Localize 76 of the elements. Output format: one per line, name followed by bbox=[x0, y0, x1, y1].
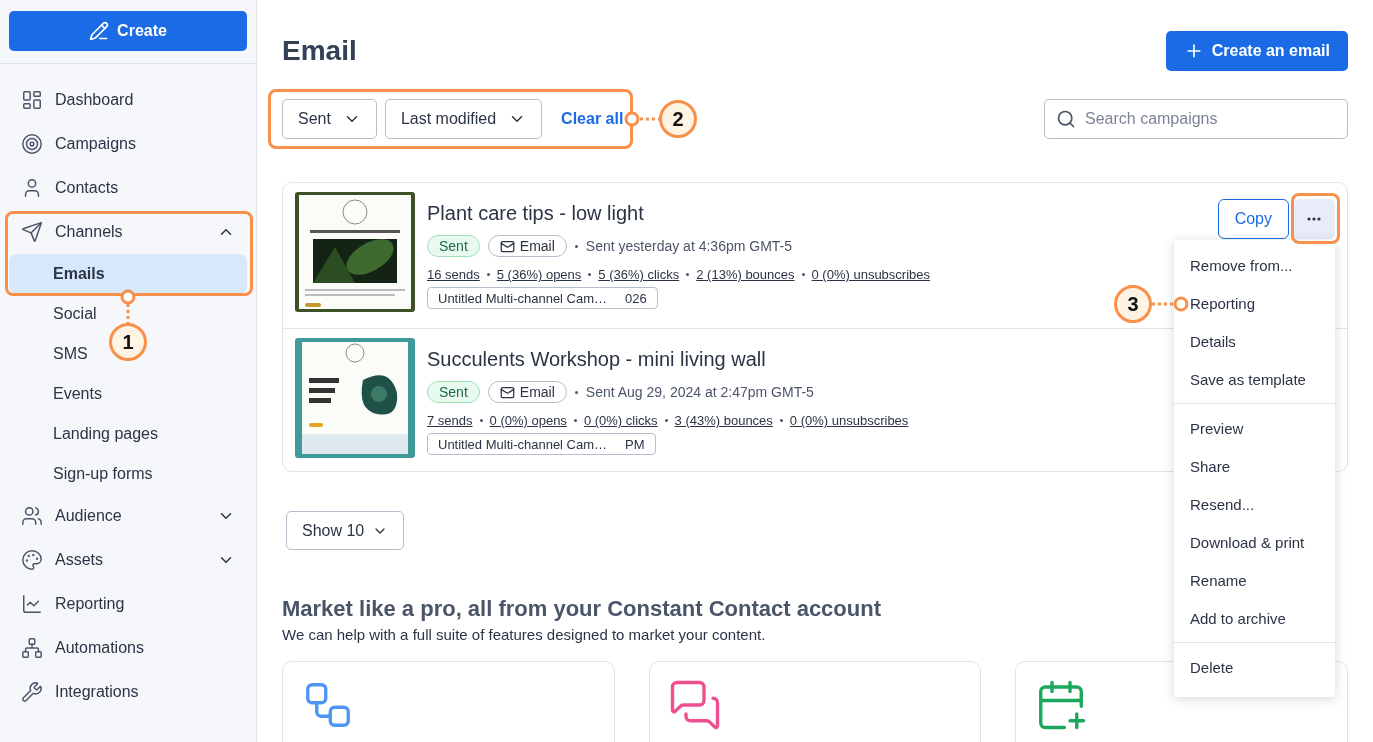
callout-badge: 3 bbox=[1114, 285, 1152, 323]
stat-link[interactable]: 0 (0%) clicks bbox=[583, 413, 658, 428]
leader-line bbox=[624, 111, 660, 127]
nav-subitem[interactable]: Landing pages bbox=[9, 414, 247, 454]
nav-icon bbox=[21, 681, 43, 703]
menu-item[interactable]: Download & print bbox=[1174, 523, 1335, 561]
stat-link[interactable]: 0 (0%) unsubscribes bbox=[811, 267, 931, 282]
nav-icon bbox=[21, 221, 43, 243]
nav-item[interactable]: Channels bbox=[9, 210, 247, 254]
leader-line bbox=[1152, 296, 1189, 312]
nav-item[interactable]: Automations bbox=[9, 626, 247, 670]
search-icon bbox=[1056, 109, 1076, 129]
channel-label: Email bbox=[519, 238, 555, 254]
create-button[interactable]: Create bbox=[9, 11, 247, 51]
more-button[interactable] bbox=[1293, 199, 1335, 239]
leader-line bbox=[120, 290, 136, 323]
callout-badge: 2 bbox=[659, 100, 697, 138]
nav-icon bbox=[21, 549, 43, 571]
campaign-suffix: PM bbox=[625, 436, 645, 452]
nav-icon bbox=[21, 505, 43, 527]
sent-date: Sent Aug 29, 2024 at 2:47pm GMT-5 bbox=[585, 384, 814, 400]
menu-item[interactable]: Save as template bbox=[1174, 360, 1335, 398]
stat-link[interactable]: 5 (36%) clicks bbox=[598, 267, 680, 282]
campaign-name: Untitled Multi-channel Cam… bbox=[438, 436, 608, 452]
highlight-frame bbox=[1291, 193, 1340, 244]
clear-all-link[interactable]: Clear all bbox=[561, 110, 624, 128]
channel-label: Email bbox=[519, 384, 555, 400]
filter-dropdown[interactable]: Last modified bbox=[384, 99, 543, 139]
promo-text: We can help with a full suite of features designed to market your content. bbox=[282, 626, 766, 643]
menu-item[interactable]: Delete bbox=[1174, 648, 1335, 686]
copy-button[interactable]: Copy bbox=[1217, 199, 1289, 239]
stat-link[interactable]: 3 (43%) bounces bbox=[674, 413, 773, 428]
nav-item[interactable]: Audience bbox=[9, 494, 247, 538]
nav-item[interactable]: Dashboard bbox=[9, 78, 247, 122]
menu-item[interactable]: Details bbox=[1174, 322, 1335, 360]
nav-icon bbox=[21, 593, 43, 615]
campaign-suffix: 026 bbox=[625, 290, 647, 306]
nav-item[interactable]: Campaigns bbox=[9, 122, 247, 166]
nav-item[interactable]: Reporting bbox=[9, 582, 247, 626]
nav-subitem[interactable]: Emails bbox=[9, 254, 247, 294]
stat-link[interactable]: 2 (13%) bounces bbox=[696, 267, 795, 282]
nav-item[interactable]: Integrations bbox=[9, 670, 247, 714]
stat-link[interactable]: 0 (0%) opens bbox=[489, 413, 567, 428]
page-title: Email bbox=[282, 35, 357, 67]
nav-item[interactable]: Assets bbox=[9, 538, 247, 582]
stat-link[interactable]: 7 sends bbox=[427, 413, 473, 428]
page-size-dropdown[interactable]: Show 10 bbox=[286, 511, 405, 550]
pencil-icon bbox=[89, 21, 110, 41]
sent-date: Sent yesterday at 4:36pm GMT-5 bbox=[585, 238, 793, 254]
status-badge: Sent bbox=[427, 235, 480, 257]
ellipsis-icon bbox=[1307, 217, 1321, 221]
envelope-icon bbox=[499, 384, 515, 400]
menu-item[interactable]: Remove from... bbox=[1174, 246, 1335, 284]
stat-link[interactable]: 5 (36%) opens bbox=[496, 267, 582, 282]
status-badge: Sent bbox=[427, 381, 480, 403]
menu-item[interactable]: Share bbox=[1174, 447, 1335, 485]
search-field[interactable]: Search campaigns bbox=[1044, 99, 1348, 139]
envelope-icon bbox=[499, 238, 515, 254]
filter-dropdown[interactable]: Sent bbox=[282, 99, 377, 139]
menu-item[interactable]: Reporting bbox=[1174, 284, 1335, 322]
promo-heading: Market like a pro, all from your Constant Contact account bbox=[282, 596, 881, 622]
menu-item[interactable]: Resend... bbox=[1174, 485, 1335, 523]
menu-item[interactable]: Add to archive bbox=[1174, 599, 1335, 637]
campaign-name: Untitled Multi-channel Cam… bbox=[438, 290, 608, 306]
nav-icon bbox=[21, 637, 43, 659]
menu-item[interactable]: Rename bbox=[1174, 561, 1335, 599]
campaign-title[interactable]: Plant care tips - low light bbox=[427, 202, 1206, 225]
nav-item[interactable]: Contacts bbox=[9, 166, 247, 210]
menu-item[interactable]: Preview bbox=[1174, 409, 1335, 447]
nav-subitem[interactable]: Sign-up forms bbox=[9, 454, 247, 494]
create-email-button[interactable]: Create an email bbox=[1165, 31, 1348, 71]
nav-icon bbox=[21, 89, 43, 111]
nav-icon bbox=[21, 133, 43, 155]
stat-link[interactable]: 16 sends bbox=[427, 267, 480, 282]
nav-subitem[interactable]: Events bbox=[9, 374, 247, 414]
stat-link[interactable]: 0 (0%) unsubscribes bbox=[789, 413, 909, 428]
